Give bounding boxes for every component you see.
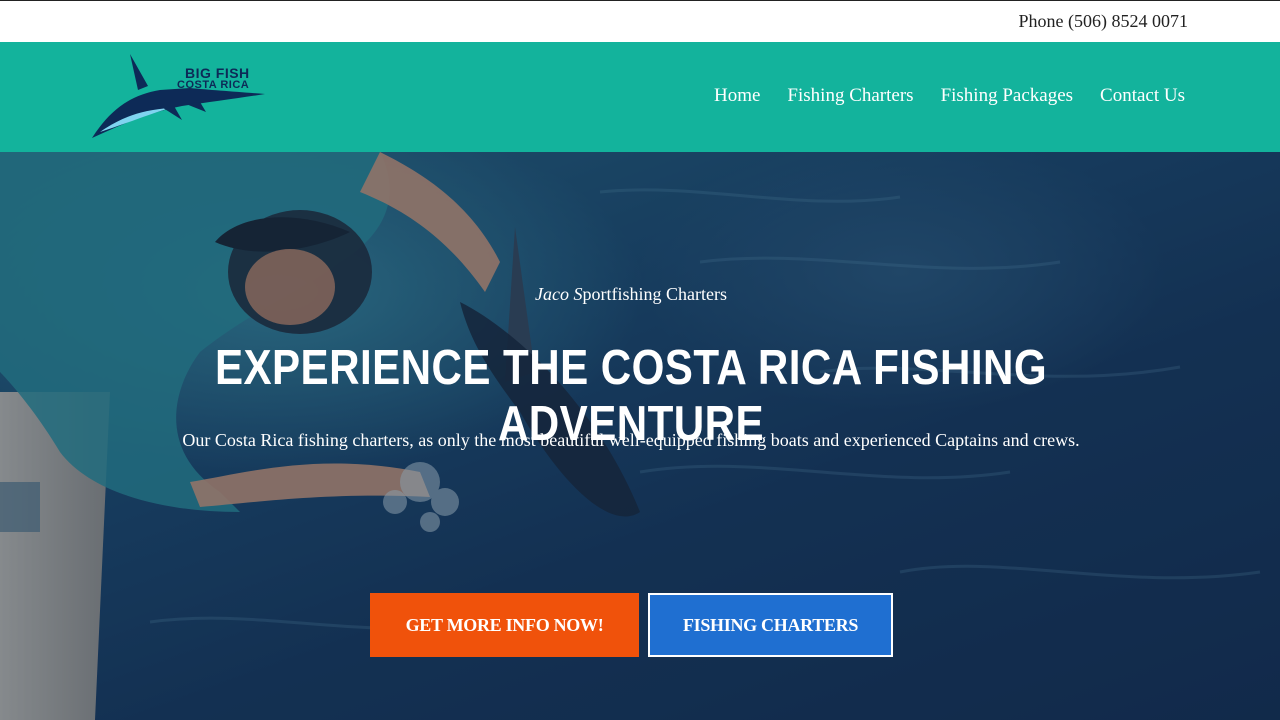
hero-tagline: Jaco Sportfishing Charters [0,284,1262,305]
phone-number[interactable]: Phone (506) 8524 0071 [1019,11,1189,32]
main-nav: Home Fishing Charters Fishing Packages C… [714,85,1185,107]
logo[interactable]: BIG FISH COSTA RICA [90,50,270,142]
marlin-icon [92,54,265,138]
nav-contact-us[interactable]: Contact Us [1100,85,1185,107]
logo-line-2: COSTA RICA [177,79,250,91]
nav-fishing-packages[interactable]: Fishing Packages [941,85,1073,107]
hero-subtext: Our Costa Rica fishing charters, as only… [182,430,1080,450]
hero-tagline-italic: Jaco S [535,284,583,304]
nav-fishing-charters[interactable]: Fishing Charters [787,85,913,107]
site-header: BIG FISH COSTA RICA Home Fishing Charter… [0,42,1280,152]
hero-tagline-rest: portfishing Charters [582,284,727,304]
top-bar: Phone (506) 8524 0071 [0,0,1280,42]
fishing-charters-button[interactable]: FISHING CHARTERS [648,593,893,657]
get-more-info-button[interactable]: GET MORE INFO NOW! [370,593,639,657]
nav-home[interactable]: Home [714,85,760,107]
hero-section: Jaco Sportfishing Charters EXPERIENCE TH… [0,152,1280,720]
